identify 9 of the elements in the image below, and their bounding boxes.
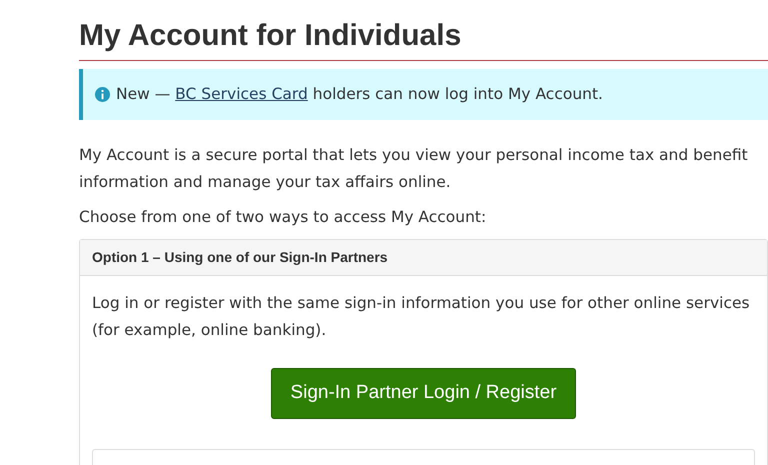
sign-in-button[interactable]: Sign-In Partner Login / Register <box>271 368 576 419</box>
card-link[interactable]: BC Services Card <box>175 85 308 103</box>
info-icon <box>95 87 110 102</box>
page-title: My Account for Individuals <box>79 18 768 61</box>
body-paragraph: My Account is a secure portal that lets you view your personal income tax and benefit information and manage your tax affairs online. <box>79 145 749 194</box>
body-paragraph: Choose from one of two ways to access My Account: <box>79 207 488 228</box>
option-header: Option 1 – Using one of our Sign-In Partners <box>80 240 767 276</box>
option-description: Log in or register with the same sign-in information you use for other online services (for example, online banking). <box>92 293 751 342</box>
alert-text: New — BC Services Card holders can now log into My Account. <box>116 84 603 105</box>
